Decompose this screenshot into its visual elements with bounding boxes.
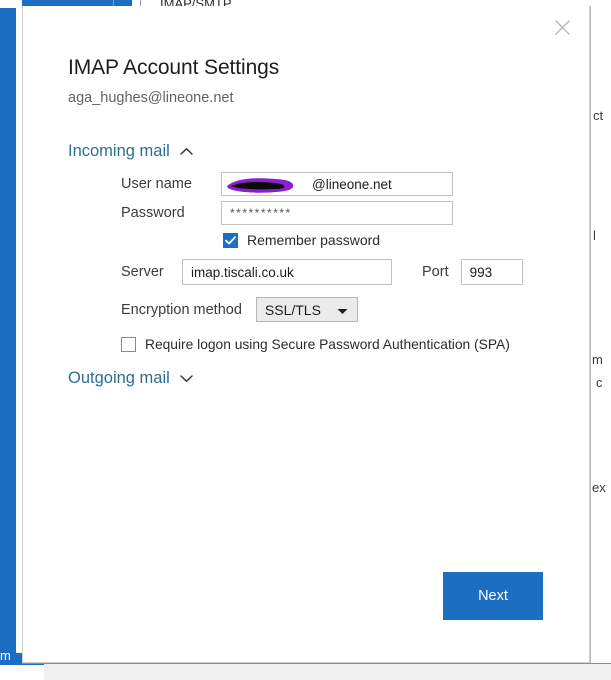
redaction-scribble bbox=[223, 175, 303, 195]
remember-password-checkbox[interactable]: Remember password bbox=[223, 232, 380, 248]
chevron-down-icon bbox=[180, 370, 193, 388]
remember-password-label: Remember password bbox=[247, 232, 381, 248]
section-header-incoming-mail[interactable]: Incoming mail bbox=[68, 142, 193, 161]
background-left-label: m bbox=[0, 648, 11, 663]
spa-checkbox[interactable]: Require logon using Secure Password Auth… bbox=[121, 337, 510, 352]
user-name-row: User name @lineone.net bbox=[121, 172, 541, 196]
server-port-row: Server imap.tiscali.co.uk Port 993 bbox=[121, 259, 523, 285]
section-header-outgoing-mail-label: Outgoing mail bbox=[68, 369, 170, 387]
checkbox-checked-icon bbox=[223, 232, 238, 248]
password-input[interactable]: ********** bbox=[221, 201, 453, 225]
spa-label: Require logon using Secure Password Auth… bbox=[145, 337, 510, 352]
page-title: IMAP Account Settings bbox=[68, 56, 280, 79]
section-header-outgoing-mail[interactable]: Outgoing mail bbox=[68, 369, 193, 388]
close-icon bbox=[554, 19, 571, 36]
account-email: aga_hughes@lineone.net bbox=[68, 90, 234, 106]
background-text-fragment: l bbox=[593, 228, 596, 243]
background-bottom-fill bbox=[44, 664, 611, 680]
port-input[interactable]: 993 bbox=[460, 259, 523, 285]
port-label: Port bbox=[422, 264, 449, 280]
background-text-fragment: ex bbox=[592, 480, 606, 495]
background-right-border bbox=[590, 6, 591, 663]
server-label: Server bbox=[121, 264, 164, 280]
next-button[interactable]: Next bbox=[443, 572, 543, 620]
close-button[interactable] bbox=[541, 10, 583, 44]
encryption-method-select[interactable]: SSL/TLS bbox=[255, 297, 358, 322]
checkbox-unchecked-icon bbox=[121, 337, 136, 352]
section-header-incoming-mail-label: Incoming mail bbox=[68, 142, 170, 160]
user-name-label: User name bbox=[121, 176, 192, 192]
background-text-fragment: m bbox=[592, 352, 603, 367]
user-name-domain-suffix: @lineone.net bbox=[312, 176, 392, 192]
user-name-input[interactable]: @lineone.net bbox=[221, 172, 453, 196]
chevron-down-icon bbox=[337, 302, 348, 318]
background-left-bar bbox=[0, 8, 16, 653]
encryption-method-label: Encryption method bbox=[121, 301, 242, 318]
imap-account-settings-dialog: IMAP Account Settings aga_hughes@lineone… bbox=[22, 6, 590, 663]
server-input[interactable]: imap.tiscali.co.uk bbox=[182, 259, 392, 285]
password-row: Password ********** bbox=[121, 201, 541, 225]
chevron-up-icon bbox=[180, 143, 193, 161]
background-text-fragment: ct bbox=[593, 108, 604, 123]
background-text-fragment: c bbox=[596, 375, 603, 390]
password-label: Password bbox=[121, 205, 185, 221]
encryption-method-value: SSL/TLS bbox=[264, 301, 321, 318]
encryption-method-row: Encryption method SSL/TLS bbox=[121, 297, 358, 322]
